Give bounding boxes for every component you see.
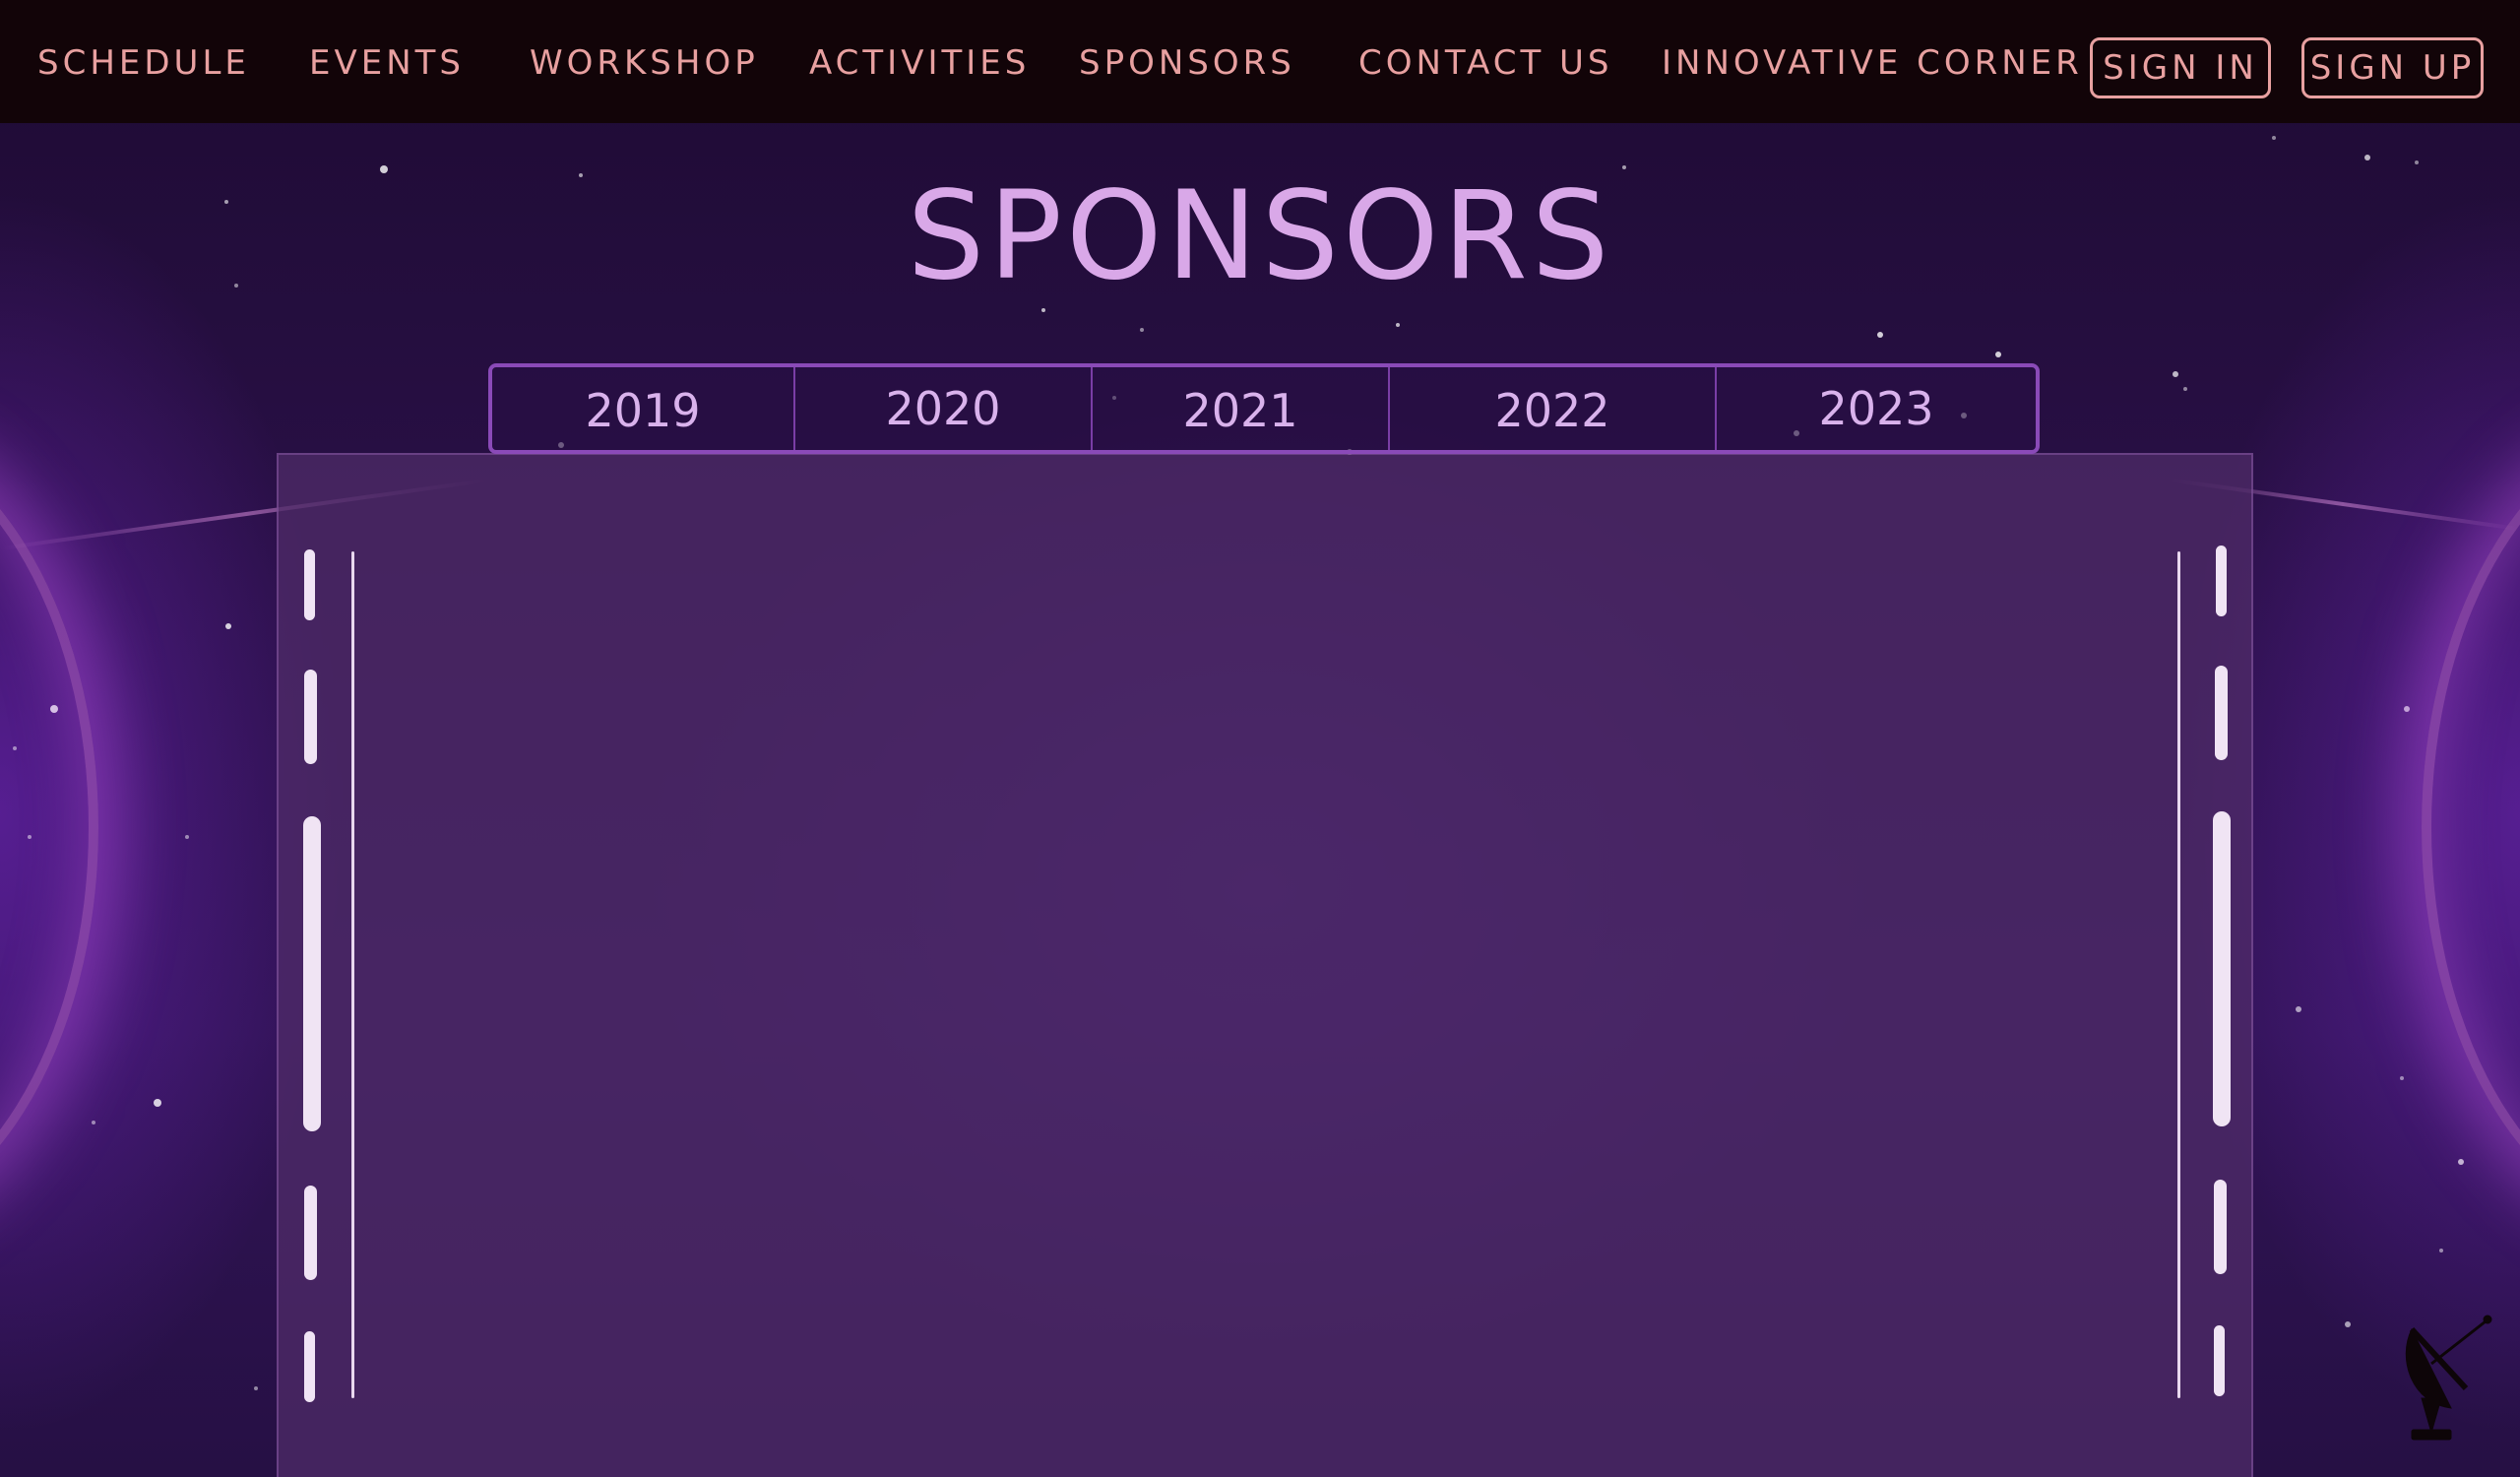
left-glow-ring — [0, 423, 98, 1231]
left-dash — [304, 1331, 315, 1402]
nav-activities[interactable]: ACTIVITIES — [809, 43, 1030, 83]
tab-year-2019[interactable]: 2019 — [492, 367, 795, 450]
tab-year-2021[interactable]: 2021 — [1093, 367, 1390, 450]
sponsors-panel — [277, 453, 2253, 1477]
left-dash — [304, 549, 315, 620]
tab-year-2023[interactable]: 2023 — [1717, 367, 2036, 450]
right-dash — [2216, 546, 2227, 616]
nav-contact-us[interactable]: CONTACT US — [1358, 43, 1613, 83]
left-dash — [304, 670, 317, 764]
nav-innovative-corner[interactable]: INNOVATIVE CORNER — [1662, 43, 2083, 83]
top-navbar: SCHEDULE EVENTS WORKSHOP ACTIVITIES SPON… — [0, 0, 2520, 123]
tab-year-2022[interactable]: 2022 — [1390, 367, 1717, 450]
nav-workshop[interactable]: WORKSHOP — [530, 43, 759, 83]
nav-sponsors[interactable]: SPONSORS — [1079, 43, 1295, 83]
left-dash — [303, 816, 321, 1131]
tab-year-2020[interactable]: 2020 — [795, 367, 1093, 450]
sign-in-button[interactable]: SIGN IN — [2090, 37, 2271, 98]
nav-schedule[interactable]: SCHEDULE — [37, 43, 250, 83]
sign-up-button[interactable]: SIGN UP — [2301, 37, 2484, 98]
right-dash — [2213, 811, 2231, 1126]
right-glow-ring — [2422, 423, 2520, 1231]
nav-events[interactable]: EVENTS — [309, 43, 465, 83]
page-title: SPONSORS — [907, 165, 1613, 307]
left-dash — [304, 1186, 317, 1280]
right-dash — [2215, 666, 2228, 760]
page: SCHEDULE EVENTS WORKSHOP ACTIVITIES SPON… — [0, 0, 2520, 1477]
year-tab-bar: 2019 2020 2021 2022 2023 — [488, 363, 2040, 454]
satellite-dish-icon[interactable] — [2392, 1310, 2500, 1447]
right-dash — [2214, 1325, 2225, 1396]
right-dash — [2214, 1180, 2227, 1274]
left-frame-line — [351, 551, 354, 1398]
right-frame-line — [2177, 551, 2180, 1398]
